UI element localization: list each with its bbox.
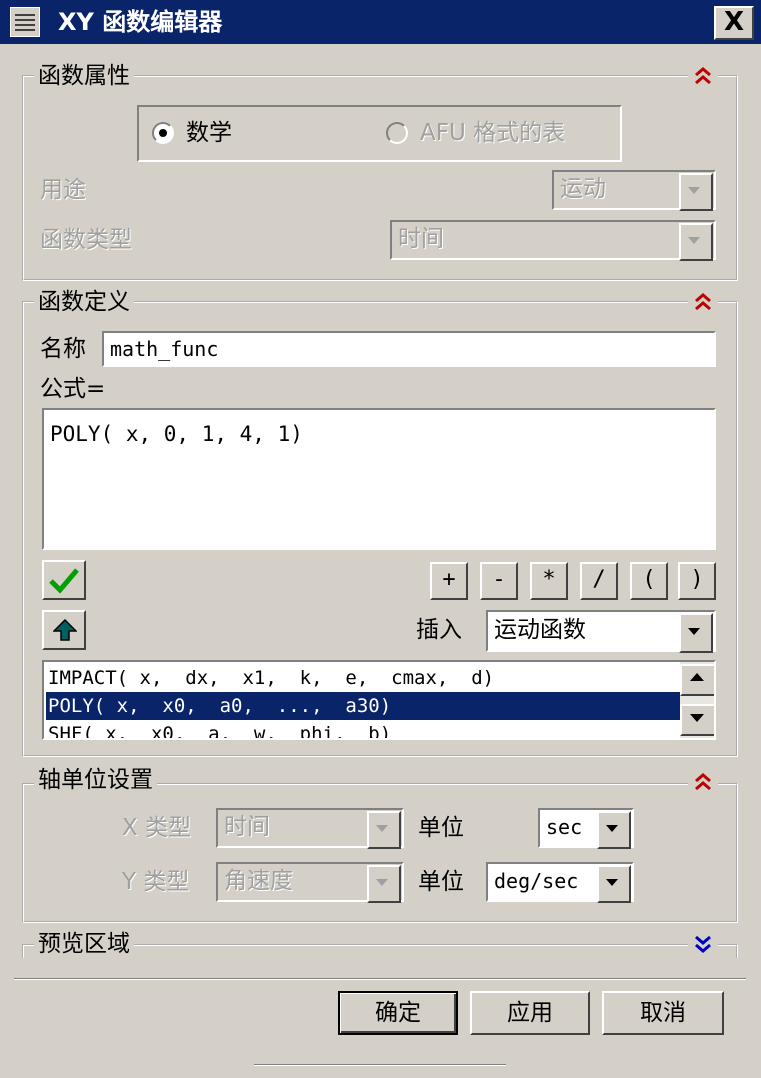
x-unit-select[interactable]: sec — [538, 808, 634, 849]
divide-button[interactable]: / — [580, 562, 618, 600]
close-paren-button[interactable]: ) — [678, 562, 716, 600]
function-definition-label: 函数定义 — [34, 288, 134, 316]
footer-divider — [14, 978, 746, 980]
list-item[interactable]: SHF( x, x0, a, w, phi, b) — [46, 720, 680, 738]
name-input[interactable]: math_func — [102, 331, 716, 367]
y-type-value: 角速度 — [224, 868, 293, 894]
x-unit-value: sec — [546, 815, 583, 839]
math-radio-label: 数学 — [186, 120, 232, 146]
scroll-up-button[interactable] — [680, 664, 714, 696]
y-type-label: Y 类型 — [122, 869, 190, 895]
insert-category-select[interactable]: 运动函数 — [486, 610, 716, 653]
x-type-select[interactable]: 时间 — [216, 808, 404, 849]
xy-function-editor-window: XY 函数编辑器 X 函数属性 数学 AFU 格式的表 用途 运动 函数类型 时… — [0, 0, 761, 1078]
title-bar[interactable]: XY 函数编辑器 X — [0, 0, 761, 44]
chevron-down-icon[interactable] — [679, 173, 713, 211]
x-type-label: X 类型 — [122, 815, 192, 841]
insert-up-button[interactable] — [42, 610, 86, 650]
apply-button[interactable]: 应用 — [470, 991, 590, 1035]
arrow-up-icon — [690, 673, 704, 681]
checkmark-icon — [49, 568, 79, 594]
x-type-value: 时间 — [224, 814, 270, 840]
name-label: 名称 — [40, 336, 86, 362]
minus-button[interactable]: - — [480, 562, 518, 600]
preview-expand-icon[interactable] — [688, 934, 718, 958]
chevron-down-icon[interactable] — [367, 865, 401, 903]
formula-label: 公式= — [40, 376, 106, 402]
function-listbox[interactable]: IMPACT( x, dx, x1, k, e, cmax, d) POLY( … — [42, 660, 716, 740]
cancel-button[interactable]: 取消 — [602, 991, 724, 1035]
list-item[interactable]: IMPACT( x, dx, x1, k, e, cmax, d) — [46, 664, 680, 692]
insert-category-value: 运动函数 — [494, 617, 586, 643]
insert-label: 插入 — [416, 617, 462, 643]
afu-table-radio[interactable] — [386, 122, 408, 144]
usage-value: 运动 — [560, 176, 606, 202]
function-definition-collapse-icon[interactable] — [688, 292, 718, 316]
y-type-select[interactable]: 角速度 — [216, 862, 404, 903]
axis-units-label: 轴单位设置 — [34, 766, 157, 794]
up-arrow-icon — [53, 619, 77, 641]
name-value: math_func — [110, 337, 219, 361]
resize-grip[interactable] — [254, 1064, 506, 1066]
window-menu-icon[interactable] — [10, 7, 40, 37]
y-unit-select[interactable]: deg/sec — [486, 862, 634, 903]
math-radio[interactable] — [152, 122, 174, 144]
ok-button[interactable]: 确定 — [338, 991, 458, 1035]
function-type-select[interactable]: 时间 — [390, 220, 716, 261]
verify-button[interactable] — [42, 560, 86, 600]
usage-label: 用途 — [40, 177, 86, 203]
list-item-selected[interactable]: POLY( x, x0, a0, ..., a30) — [46, 692, 680, 720]
usage-select[interactable]: 运动 — [552, 170, 716, 211]
open-paren-button[interactable]: ( — [630, 562, 668, 600]
chevron-down-icon[interactable] — [597, 811, 631, 849]
preview-label: 预览区域 — [34, 930, 134, 958]
window-title: XY 函数编辑器 — [58, 8, 223, 36]
chevron-down-icon[interactable] — [597, 865, 631, 903]
function-properties-collapse-icon[interactable] — [688, 66, 718, 90]
y-unit-label: 单位 — [418, 869, 464, 895]
plus-button[interactable]: + — [430, 562, 468, 600]
y-unit-value: deg/sec — [494, 869, 579, 893]
function-type-value: 时间 — [398, 226, 444, 252]
formula-value: POLY( x, 0, 1, 4, 1) — [50, 422, 303, 446]
axis-units-collapse-icon[interactable] — [688, 772, 718, 796]
function-type-label: 函数类型 — [40, 227, 132, 253]
scroll-down-button[interactable] — [680, 704, 714, 736]
x-unit-label: 单位 — [418, 815, 464, 841]
arrow-down-icon — [690, 714, 704, 722]
afu-table-radio-label: AFU 格式的表 — [420, 120, 566, 146]
chevron-down-icon[interactable] — [679, 613, 713, 653]
multiply-button[interactable]: * — [530, 562, 568, 600]
chevron-down-icon[interactable] — [367, 811, 401, 849]
close-button[interactable]: X — [714, 6, 754, 40]
list-scrollbar[interactable] — [680, 662, 714, 738]
formula-textarea[interactable]: POLY( x, 0, 1, 4, 1) — [42, 408, 716, 550]
function-properties-label: 函数属性 — [34, 62, 134, 90]
chevron-down-icon[interactable] — [679, 223, 713, 261]
